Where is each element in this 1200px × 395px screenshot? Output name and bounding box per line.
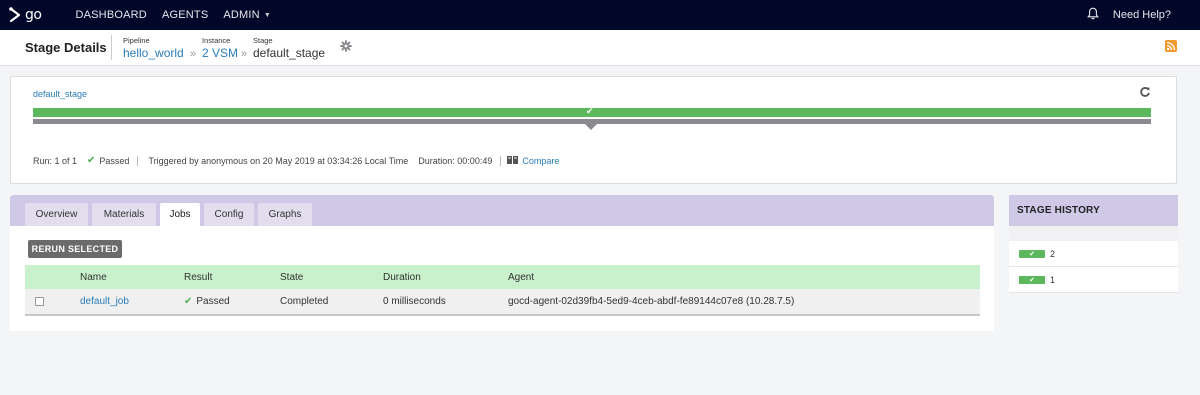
breadcrumb-instance: Instance 2 VSM bbox=[202, 36, 238, 60]
breadcrumb-stage: Stage default_stage bbox=[253, 36, 325, 60]
stage-run-pointer bbox=[585, 124, 597, 130]
nav-admin[interactable]: ADMIN ▼ bbox=[223, 9, 271, 21]
breadcrumb-pipeline-link[interactable]: hello_world bbox=[123, 46, 184, 60]
need-help-link[interactable]: Need Help? bbox=[1113, 9, 1171, 21]
check-icon: ✔ bbox=[87, 155, 96, 166]
history-item[interactable]: ✔ 1 bbox=[1009, 267, 1178, 293]
top-nav: go DASHBOARD AGENTS ADMIN ▼ Need Help? bbox=[0, 0, 1200, 30]
check-icon: ✔ bbox=[184, 296, 193, 307]
logo-text: go bbox=[25, 7, 42, 23]
column-header-result: Result bbox=[184, 271, 213, 283]
breadcrumb-separator-icon: » bbox=[241, 48, 248, 60]
job-name-link[interactable]: default_job bbox=[80, 296, 129, 307]
nav-menu: DASHBOARD AGENTS ADMIN ▼ bbox=[75, 9, 286, 21]
job-duration: 0 milliseconds bbox=[383, 296, 446, 307]
breadcrumb-instance-link[interactable]: 2 VSM bbox=[202, 46, 238, 60]
history-item-label: 1 bbox=[1050, 274, 1056, 285]
stage-history-spacer bbox=[1009, 226, 1178, 241]
run-info: Run: 1 of 1 ✔ Passed Triggered by anonym… bbox=[33, 155, 559, 166]
job-name-cell: default_job bbox=[80, 289, 129, 314]
tab-materials[interactable]: Materials bbox=[92, 203, 156, 226]
go-logo[interactable]: go bbox=[9, 7, 42, 23]
page-title: Stage Details bbox=[25, 40, 107, 55]
tab-overview[interactable]: Overview bbox=[25, 203, 88, 226]
nav-agents[interactable]: AGENTS bbox=[162, 9, 208, 21]
divider bbox=[137, 155, 139, 166]
job-agent: gocd-agent-02d39fb4-5ed9-4ceb-abdf-fe891… bbox=[508, 296, 795, 307]
nav-admin-label: ADMIN bbox=[223, 9, 260, 21]
divider bbox=[500, 155, 502, 166]
stage-summary-panel: default_stage ✔ Run: 1 of 1 ✔ Passed Tri… bbox=[10, 76, 1177, 184]
compare-link[interactable]: Compare bbox=[522, 156, 559, 166]
row-select-cell bbox=[35, 289, 44, 314]
tab-bar: Overview Materials Jobs Config Graphs bbox=[10, 195, 994, 226]
breadcrumb-separator-icon: » bbox=[190, 48, 197, 60]
rss-icon[interactable] bbox=[1165, 40, 1177, 52]
title-divider bbox=[111, 35, 112, 60]
nav-right: Need Help? bbox=[1086, 0, 1200, 30]
column-header-state: State bbox=[280, 271, 304, 283]
check-icon: ✔ bbox=[586, 106, 594, 116]
row-checkbox[interactable] bbox=[35, 297, 44, 306]
history-item-label: 2 bbox=[1050, 248, 1056, 259]
job-result-cell: ✔ Passed bbox=[184, 289, 230, 314]
jobs-table: Name Result State Duration Agent default… bbox=[25, 265, 980, 316]
run-duration: Duration: 00:00:49 bbox=[418, 155, 493, 166]
bell-icon[interactable] bbox=[1086, 7, 1099, 23]
go-logo-icon bbox=[9, 7, 21, 23]
page-header: Stage Details Pipeline hello_world » Ins… bbox=[0, 30, 1200, 66]
breadcrumb-pipeline: Pipeline hello_world bbox=[123, 36, 184, 60]
triggered-by: Triggered by anonymous on 20 May 2019 at… bbox=[148, 155, 409, 166]
jobs-panel: Overview Materials Jobs Config Graphs RE… bbox=[10, 195, 994, 331]
stage-name-link[interactable]: default_stage bbox=[33, 89, 87, 99]
run-count: Run: 1 of 1 bbox=[33, 155, 78, 166]
gear-icon[interactable] bbox=[340, 40, 352, 55]
check-icon: ✔ bbox=[1019, 249, 1045, 258]
column-header-duration: Duration bbox=[383, 271, 421, 283]
history-item[interactable]: ✔ 2 bbox=[1009, 241, 1178, 267]
table-row: default_job ✔ Passed Completed 0 millise… bbox=[25, 289, 980, 316]
run-status: Passed bbox=[99, 155, 130, 166]
column-header-agent: Agent bbox=[508, 271, 535, 283]
job-result: Passed bbox=[196, 296, 230, 307]
breadcrumb-stage-label: Stage bbox=[253, 36, 273, 45]
breadcrumb-instance-label: Instance bbox=[202, 36, 231, 45]
tab-jobs[interactable]: Jobs bbox=[160, 203, 200, 226]
stage-history-panel: STAGE HISTORY ✔ 2 ✔ 1 bbox=[1009, 195, 1178, 293]
column-header-name: Name bbox=[80, 271, 107, 283]
tab-graphs[interactable]: Graphs bbox=[258, 203, 312, 226]
check-icon: ✔ bbox=[1019, 275, 1045, 284]
tab-config[interactable]: Config bbox=[204, 203, 254, 226]
compare-icon bbox=[507, 155, 519, 166]
refresh-icon[interactable] bbox=[1139, 86, 1151, 101]
rerun-selected-button[interactable]: RERUN SELECTED bbox=[28, 240, 122, 258]
chevron-down-icon: ▼ bbox=[263, 11, 271, 19]
table-header: Name Result State Duration Agent bbox=[25, 265, 980, 289]
job-state: Completed bbox=[280, 296, 329, 307]
breadcrumb-stage-value: default_stage bbox=[253, 46, 326, 60]
nav-dashboard[interactable]: DASHBOARD bbox=[75, 9, 146, 21]
breadcrumb-pipeline-label: Pipeline bbox=[123, 36, 150, 45]
stage-history-title: STAGE HISTORY bbox=[1009, 195, 1178, 226]
